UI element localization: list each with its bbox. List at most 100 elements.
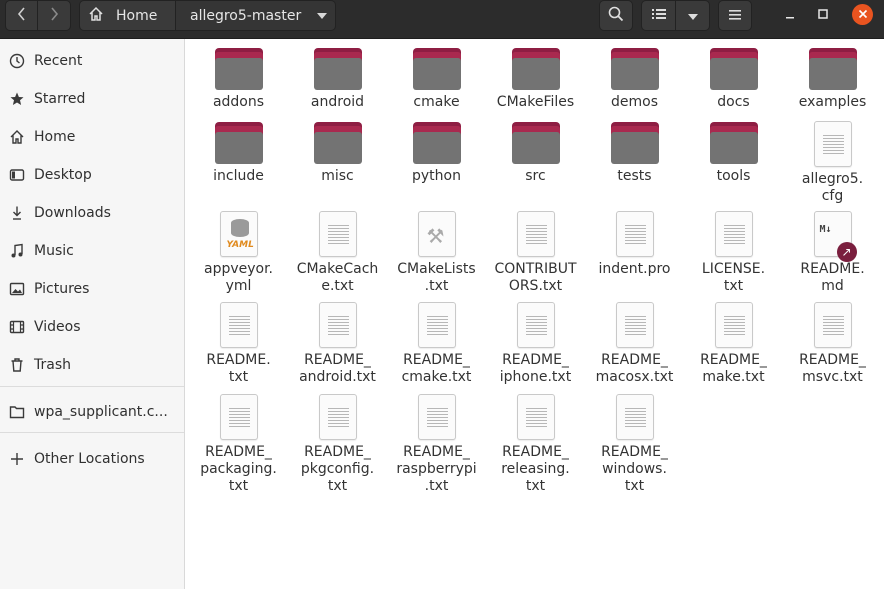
sidebar-item-downloads[interactable]: Downloads — [0, 195, 184, 231]
folder-icon — [610, 48, 659, 90]
folder-item[interactable]: docs — [684, 48, 783, 111]
folder-item[interactable]: tests — [585, 122, 684, 185]
file-item[interactable]: README. txt — [189, 302, 288, 386]
sidebar-item-videos[interactable]: Videos — [0, 309, 184, 345]
file-item[interactable]: README_ windows. txt — [585, 394, 684, 495]
folder-item[interactable]: examples — [783, 48, 882, 111]
file-name: allegro5. cfg — [801, 171, 864, 204]
file-name: README_ releasing. txt — [501, 444, 570, 494]
sidebar-item-label: Pictures — [34, 281, 90, 297]
file-name: README_ windows. txt — [601, 444, 668, 494]
sidebar-item-desktop[interactable]: Desktop — [0, 157, 184, 193]
folder-item[interactable]: addons — [189, 48, 288, 111]
sidebar-item-label: Downloads — [34, 205, 111, 221]
file-name: tools — [716, 168, 751, 184]
file-item[interactable]: indent.pro — [585, 211, 684, 278]
folder-item[interactable]: CMakeFiles — [486, 48, 585, 111]
file-item[interactable]: allegro5. cfg — [783, 121, 882, 205]
sidebar-item-recent[interactable]: Recent — [0, 43, 184, 79]
file-name: tests — [617, 168, 652, 184]
forward-button[interactable] — [37, 0, 71, 31]
folder-icon — [412, 122, 461, 164]
sidebar-item-trash[interactable]: Trash — [0, 347, 184, 383]
file-item[interactable]: YAML appveyor. yml — [189, 211, 288, 295]
file-name: README_ android.txt — [299, 352, 376, 385]
sidebar-item-label: Starred — [34, 91, 86, 107]
back-button[interactable] — [5, 0, 38, 31]
sidebar-item-label: wpa_supplicant.c... — [34, 404, 168, 420]
home-icon — [9, 129, 25, 145]
maximize-icon — [818, 7, 828, 23]
search-button[interactable] — [599, 0, 633, 31]
text-file-icon — [714, 211, 753, 257]
file-name: README_ cmake.txt — [401, 352, 472, 385]
file-item[interactable]: README_ make.txt — [684, 302, 783, 386]
music-icon — [9, 243, 25, 259]
yaml-file-icon: YAML — [219, 211, 258, 257]
file-item[interactable]: README_ raspberrypi .txt — [387, 394, 486, 495]
file-item[interactable]: ⚒ CMakeLists .txt — [387, 211, 486, 295]
folder-item[interactable]: demos — [585, 48, 684, 111]
file-name: CMakeLists .txt — [397, 261, 476, 294]
close-icon — [858, 7, 868, 23]
file-item[interactable]: README_ macosx.txt — [585, 302, 684, 386]
file-name: android — [310, 94, 365, 110]
file-item[interactable]: README_ android.txt — [288, 302, 387, 386]
file-item[interactable]: CMakeCach e.txt — [288, 211, 387, 295]
file-item[interactable]: README_ releasing. txt — [486, 394, 585, 495]
file-item[interactable]: README_ pkgconfig. txt — [288, 394, 387, 495]
folder-icon — [9, 404, 25, 420]
sidebar-item-other-locations[interactable]: Other Locations — [0, 441, 184, 477]
text-file-icon — [318, 394, 357, 440]
search-icon — [608, 6, 624, 26]
folder-item[interactable]: misc — [288, 122, 387, 185]
file-name: CMakeFiles — [496, 94, 575, 110]
folder-item[interactable]: android — [288, 48, 387, 111]
path-current-folder-button[interactable]: allegro5-master — [176, 0, 336, 31]
file-item[interactable]: README_ cmake.txt — [387, 302, 486, 386]
sidebar-separator — [0, 386, 184, 387]
text-file-icon — [417, 302, 456, 348]
cmake-file-icon: ⚒ — [417, 211, 456, 257]
close-button[interactable] — [852, 4, 873, 25]
folder-item[interactable]: tools — [684, 122, 783, 185]
trash-icon — [9, 357, 25, 373]
folder-icon — [511, 122, 560, 164]
path-home-button[interactable]: Home — [79, 0, 176, 31]
folder-item[interactable]: src — [486, 122, 585, 185]
chevron-down-icon — [687, 8, 698, 24]
file-item[interactable]: LICENSE. txt — [684, 211, 783, 295]
sidebar-item-pictures[interactable]: Pictures — [0, 271, 184, 307]
chevron-right-icon — [49, 6, 59, 25]
clock-icon — [9, 53, 25, 69]
sidebar-item-wpa-supplicant[interactable]: wpa_supplicant.c... — [0, 394, 184, 430]
sidebar-item-label: Videos — [34, 319, 81, 335]
file-name: CMakeCach e.txt — [296, 261, 379, 294]
folder-icon — [214, 48, 263, 90]
text-file-icon — [615, 211, 654, 257]
view-options-button[interactable] — [675, 0, 710, 31]
folder-item[interactable]: python — [387, 122, 486, 185]
list-view-button[interactable] — [641, 0, 676, 31]
file-item[interactable]: README_ msvc.txt — [783, 302, 882, 386]
folder-icon — [313, 122, 362, 164]
file-name: LICENSE. txt — [701, 261, 766, 294]
text-file-icon — [516, 211, 555, 257]
text-file-icon — [417, 394, 456, 440]
file-item[interactable]: README_ iphone.txt — [486, 302, 585, 386]
file-name: cmake — [413, 94, 460, 110]
sidebar-item-music[interactable]: Music — [0, 233, 184, 269]
sidebar-item-starred[interactable]: Starred — [0, 81, 184, 117]
folder-item[interactable]: cmake — [387, 48, 486, 111]
sidebar-item-home[interactable]: Home — [0, 119, 184, 155]
file-item[interactable]: README_ packaging. txt — [189, 394, 288, 495]
text-file-icon — [219, 302, 258, 348]
plus-icon — [9, 451, 25, 467]
folder-item[interactable]: include — [189, 122, 288, 185]
file-item[interactable]: CONTRIBUT ORS.txt — [486, 211, 585, 295]
maximize-button[interactable] — [812, 4, 834, 26]
file-item[interactable]: M↓ ↗ README. md — [783, 211, 882, 295]
main-menu-button[interactable] — [718, 0, 752, 31]
minimize-button[interactable] — [779, 4, 801, 26]
folder-icon — [214, 122, 263, 164]
